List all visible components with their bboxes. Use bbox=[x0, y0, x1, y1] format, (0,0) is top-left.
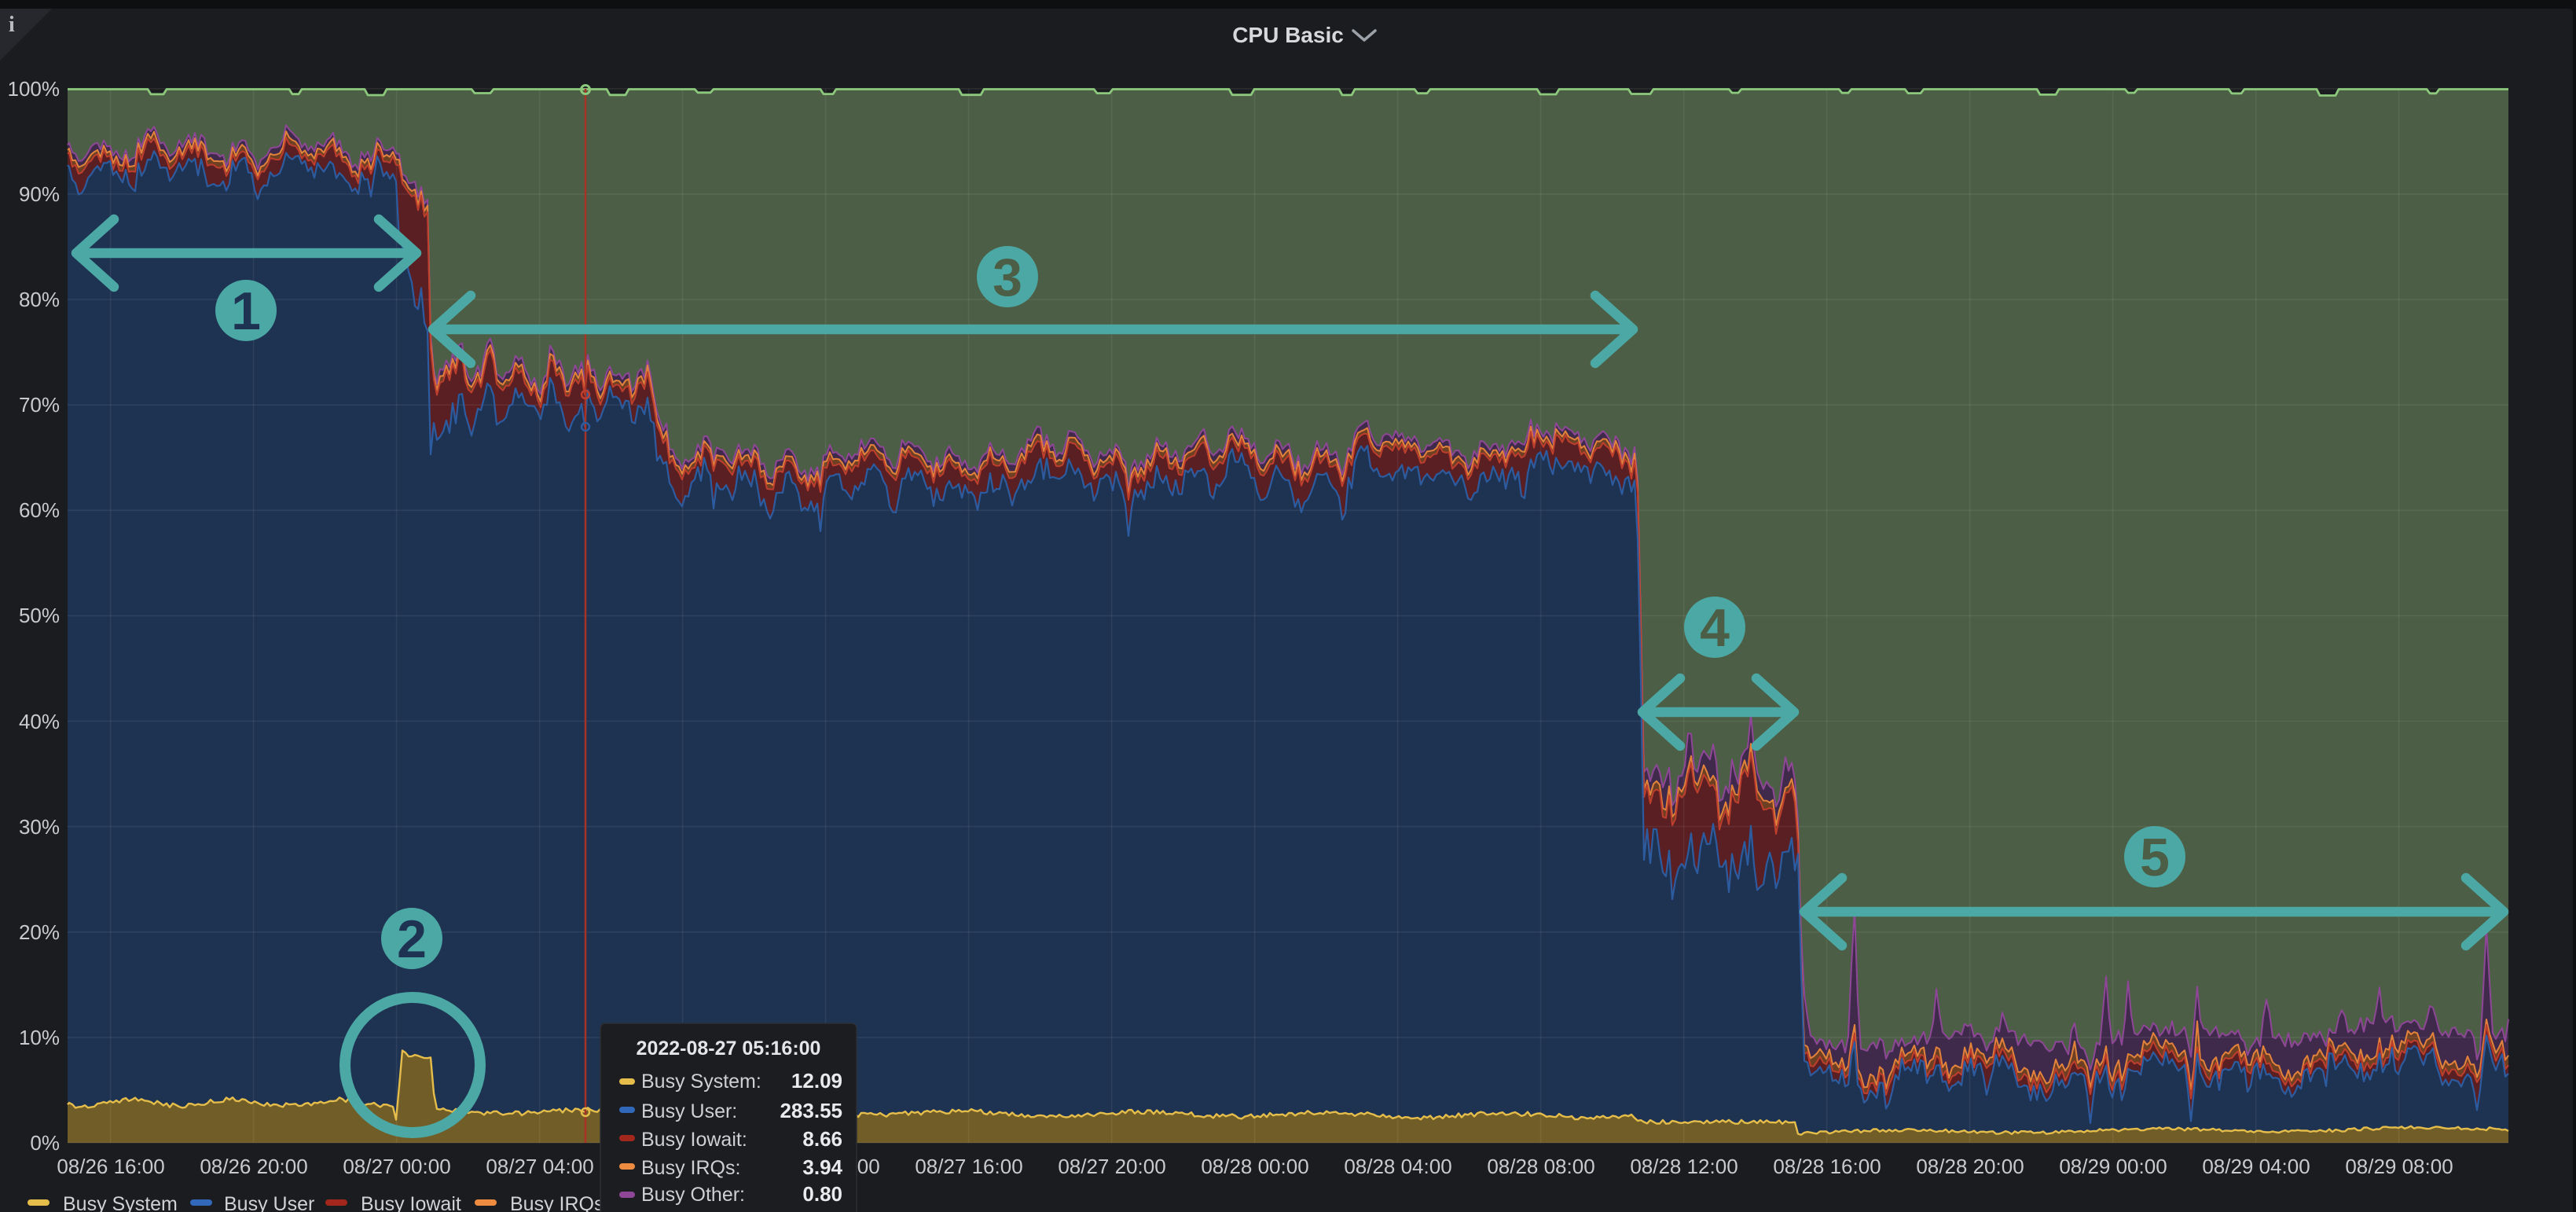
svg-text:08/28 12:00: 08/28 12:00 bbox=[1630, 1155, 1738, 1178]
svg-text:08/27 20:00: 08/27 20:00 bbox=[1058, 1155, 1165, 1178]
svg-text:90%: 90% bbox=[19, 182, 60, 206]
svg-text:i: i bbox=[9, 13, 15, 37]
svg-text:2: 2 bbox=[397, 909, 427, 969]
svg-text:20%: 20% bbox=[19, 920, 60, 944]
svg-text:Busy Other:: Busy Other: bbox=[641, 1184, 745, 1206]
svg-text:08/27 16:00: 08/27 16:00 bbox=[915, 1155, 1022, 1178]
svg-text:08/28 00:00: 08/28 00:00 bbox=[1201, 1155, 1308, 1178]
svg-text:08/26 16:00: 08/26 16:00 bbox=[57, 1155, 164, 1178]
svg-text:0.80: 0.80 bbox=[802, 1182, 842, 1206]
svg-text:CPU Basic: CPU Basic bbox=[1232, 23, 1344, 47]
svg-text:08/27 00:00: 08/27 00:00 bbox=[343, 1155, 450, 1178]
svg-text:08/29 00:00: 08/29 00:00 bbox=[2059, 1155, 2167, 1178]
svg-text:50%: 50% bbox=[19, 604, 60, 627]
svg-text:3: 3 bbox=[993, 248, 1022, 307]
svg-text:40%: 40% bbox=[19, 710, 60, 733]
svg-text:30%: 30% bbox=[19, 815, 60, 839]
svg-text:12.09: 12.09 bbox=[791, 1069, 842, 1093]
svg-text:283.55: 283.55 bbox=[780, 1099, 842, 1122]
svg-text:Busy Iowait:: Busy Iowait: bbox=[641, 1129, 747, 1151]
svg-text:Busy System: Busy System bbox=[63, 1193, 178, 1212]
svg-text:5: 5 bbox=[2140, 828, 2170, 887]
svg-text:100%: 100% bbox=[8, 77, 61, 101]
svg-text:80%: 80% bbox=[19, 288, 60, 311]
svg-text:Busy User: Busy User bbox=[224, 1193, 314, 1212]
svg-text:08/28 20:00: 08/28 20:00 bbox=[1916, 1155, 2024, 1178]
svg-text:08/26 20:00: 08/26 20:00 bbox=[200, 1155, 307, 1178]
svg-text:8.66: 8.66 bbox=[802, 1127, 842, 1151]
svg-text:Busy System:: Busy System: bbox=[641, 1071, 761, 1093]
svg-text:Busy IRQs:: Busy IRQs: bbox=[641, 1157, 740, 1179]
svg-text:70%: 70% bbox=[19, 393, 60, 417]
svg-text:0%: 0% bbox=[30, 1131, 60, 1155]
svg-text:08/28 08:00: 08/28 08:00 bbox=[1487, 1155, 1594, 1178]
svg-text:08/29 04:00: 08/29 04:00 bbox=[2202, 1155, 2310, 1178]
svg-text:3.94: 3.94 bbox=[802, 1155, 842, 1179]
svg-text:1: 1 bbox=[231, 281, 261, 341]
svg-text:Busy User:: Busy User: bbox=[641, 1100, 737, 1122]
svg-text:4: 4 bbox=[1700, 598, 1730, 658]
svg-text:Busy Iowait: Busy Iowait bbox=[361, 1193, 461, 1212]
svg-text:08/28 04:00: 08/28 04:00 bbox=[1344, 1155, 1451, 1178]
svg-text:Busy IRQs: Busy IRQs bbox=[510, 1193, 604, 1212]
svg-text:2022-08-27 05:16:00: 2022-08-27 05:16:00 bbox=[637, 1038, 821, 1060]
svg-text:10%: 10% bbox=[19, 1026, 60, 1049]
svg-text:08/27 04:00: 08/27 04:00 bbox=[486, 1155, 593, 1178]
svg-text:08/28 16:00: 08/28 16:00 bbox=[1773, 1155, 1881, 1178]
svg-text:08/29 08:00: 08/29 08:00 bbox=[2345, 1155, 2453, 1178]
svg-text:60%: 60% bbox=[19, 498, 60, 522]
